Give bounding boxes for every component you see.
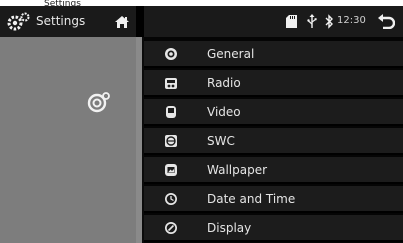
side-panel [0,37,142,243]
clock: 12:30 [337,15,366,26]
menu-item-date-time[interactable]: Date and Time [144,186,403,213]
top-bar-left: Settings [0,6,136,37]
video-icon [166,106,176,118]
back-icon[interactable] [377,13,395,29]
menu-item-swc[interactable]: SWC [144,128,403,155]
menu-item-wallpaper[interactable]: Wallpaper [144,157,403,184]
side-panel-inner [0,37,136,243]
menu-item-label: Wallpaper [207,163,268,177]
menu-item-display[interactable]: Display [144,215,403,242]
settings-large-icon [87,92,110,113]
settings-screen: Settings Settings 12:30 General Radio Vi… [0,0,403,243]
page-title: Settings [36,14,86,28]
menu-item-radio[interactable]: Radio [144,70,403,97]
general-icon [165,48,177,60]
menu-item-label: Date and Time [207,192,296,206]
menu-item-label: Video [207,105,241,119]
settings-menu: General Radio Video SWC Wallpaper Date a… [144,37,403,243]
head-unit-frame: Settings 12:30 General Radio Video SWC W… [0,6,403,243]
sd-card-icon [286,15,297,28]
top-bar: Settings 12:30 [0,6,403,37]
bluetooth-icon [325,14,333,29]
top-bar-right: 12:30 [144,6,403,37]
display-icon [165,222,177,234]
home-icon[interactable] [114,15,130,29]
wallpaper-icon [165,164,177,176]
swc-icon [165,135,177,147]
menu-item-label: Display [207,221,252,235]
gear-icon [7,12,30,31]
menu-item-general[interactable]: General [144,41,403,68]
menu-item-label: SWC [207,134,235,148]
radio-icon [165,78,177,89]
clock-icon [165,193,177,205]
usb-icon [307,14,317,28]
menu-item-video[interactable]: Video [144,99,403,126]
menu-item-label: General [207,47,255,61]
menu-item-label: Radio [207,76,241,90]
